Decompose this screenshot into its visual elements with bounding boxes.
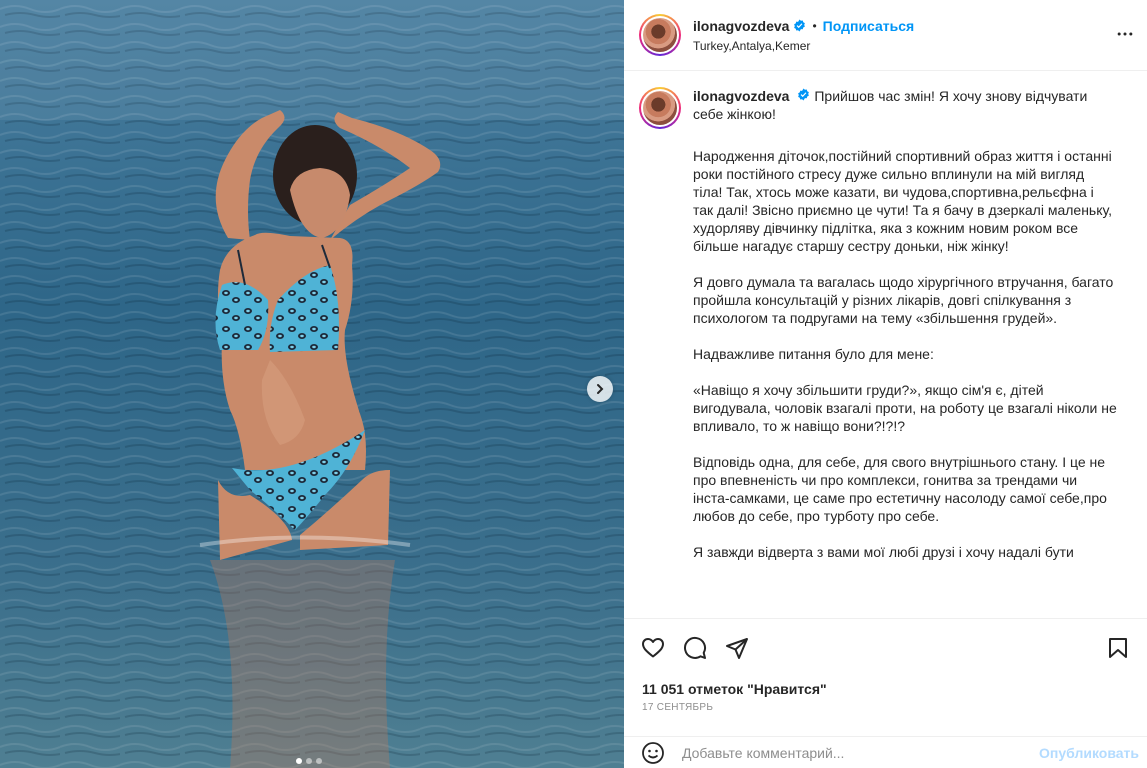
emoji-icon: [642, 742, 664, 764]
caption-paragraph: Я завжди відверта з вами мої любі друзі …: [693, 544, 1074, 560]
location-link[interactable]: Turkey,Antalya,Kemer: [693, 39, 914, 53]
post-media[interactable]: [0, 0, 624, 768]
caption-paragraph: «Навіщо я хочу збільшити груди?», якщо с…: [693, 382, 1117, 434]
carousel-dot: [316, 758, 322, 764]
emoji-button[interactable]: [640, 740, 666, 766]
verified-badge-icon: [793, 19, 806, 32]
comment-form: Опубликовать: [624, 736, 1147, 768]
post-photo: [0, 0, 624, 768]
comment-button[interactable]: [682, 635, 708, 661]
follow-button[interactable]: Подписаться: [823, 18, 915, 34]
caption-first-line: ilonagvozdeva Прийшов час змін! Я хочу з…: [693, 87, 1117, 129]
username-link[interactable]: ilonagvozdeva: [693, 18, 789, 34]
verified-badge-icon: [797, 88, 810, 101]
carousel-indicator: [296, 758, 322, 764]
separator-dot: •: [812, 18, 817, 33]
share-button[interactable]: [724, 635, 750, 661]
carousel-next-button[interactable]: [587, 376, 613, 402]
comment-input[interactable]: [682, 745, 1040, 761]
more-options-button[interactable]: [1115, 24, 1135, 49]
carousel-dot: [296, 758, 302, 764]
bookmark-icon: [1109, 638, 1127, 658]
caption-paragraph: Надважливе питання було для мене:: [693, 346, 934, 362]
caption-paragraph: Я довго думала та вагалась щодо хірургіч…: [693, 274, 1114, 326]
avatar[interactable]: [639, 87, 681, 129]
chevron-right-icon: [597, 384, 604, 394]
avatar[interactable]: [639, 14, 681, 56]
comment-icon: [684, 636, 707, 659]
post-date[interactable]: 17 СЕНТЯБРЬ: [624, 697, 1147, 713]
heart-icon: [642, 638, 664, 658]
caption-paragraph: Народження діточок,постійний спортивний …: [693, 148, 1112, 254]
like-button[interactable]: [640, 635, 666, 661]
caption-section: ilonagvozdeva Прийшов час змін! Я хочу з…: [624, 72, 1147, 618]
publish-button[interactable]: Опубликовать: [1039, 745, 1139, 761]
caption-username[interactable]: ilonagvozdeva: [693, 88, 789, 104]
post-header: ilonagvozdeva • Подписаться Turkey,Antal…: [624, 0, 1147, 71]
post-side-panel: ilonagvozdeva • Подписаться Turkey,Antal…: [624, 0, 1147, 768]
carousel-dot: [306, 758, 312, 764]
save-button[interactable]: [1105, 635, 1131, 661]
post-actions: 11 051 отметок "Нравится" 17 СЕНТЯБРЬ Оп…: [624, 618, 1147, 768]
caption-paragraph: Відповідь одна, для себе, для свого внут…: [693, 454, 1107, 524]
more-options-icon: [1117, 32, 1133, 36]
share-icon: [726, 638, 748, 659]
likes-count[interactable]: 11 051 отметок "Нравится": [624, 663, 1147, 697]
